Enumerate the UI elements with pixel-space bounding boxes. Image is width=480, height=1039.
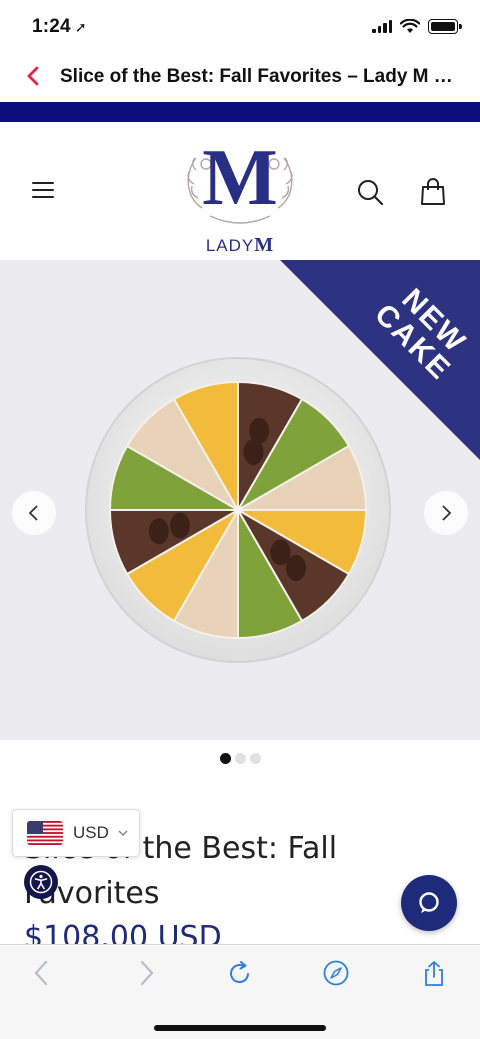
logo-text-m: M — [254, 234, 275, 256]
battery-icon — [428, 19, 462, 34]
pagination-dot[interactable] — [219, 753, 231, 764]
accessibility-button[interactable] — [24, 865, 58, 899]
reload-icon[interactable] — [226, 959, 254, 987]
pagination-dot[interactable] — [234, 753, 246, 764]
site-header: M LADYM — [0, 122, 480, 260]
safari-forward-icon[interactable] — [132, 959, 160, 987]
chocolate-decoration — [170, 512, 190, 539]
location-arrow-icon: ➚ — [74, 19, 87, 35]
chat-button[interactable] — [401, 875, 457, 931]
chocolate-decoration — [148, 518, 169, 545]
clock: 1:24 — [32, 16, 71, 37]
browser-toolbar — [0, 944, 480, 1039]
signal-icon — [372, 20, 392, 33]
currency-code: USD — [73, 823, 109, 842]
status-time: 1:24 ➚ — [32, 16, 87, 38]
currency-selector[interactable]: USD — [12, 809, 140, 857]
status-bar: 1:24 ➚ — [0, 0, 480, 56]
logo-emblem: M — [187, 134, 293, 224]
product-title-line-2: Favorites — [24, 876, 160, 911]
compass-icon[interactable] — [322, 959, 350, 987]
product-gallery[interactable]: NEW CAKE — [0, 260, 480, 740]
lady-m-logo[interactable]: M LADYM — [180, 134, 300, 256]
chevron-left-icon — [28, 505, 38, 521]
search-icon[interactable] — [356, 178, 384, 206]
page-title: Slice of the Best: Fall Favorites – Lady… — [60, 66, 460, 87]
chevron-right-icon — [442, 505, 452, 521]
home-indicator[interactable] — [154, 1025, 326, 1031]
safari-back-icon[interactable] — [28, 959, 56, 987]
logo-monogram: M — [202, 138, 278, 222]
chocolate-decoration — [286, 555, 306, 581]
back-chevron-icon[interactable] — [22, 64, 46, 88]
logo-text-lady: LADY — [205, 236, 255, 255]
gallery-prev-button[interactable] — [12, 491, 56, 535]
gallery-next-button[interactable] — [424, 491, 468, 535]
accessibility-icon — [29, 870, 53, 894]
pagination-dot[interactable] — [249, 753, 261, 764]
bag-icon[interactable] — [420, 178, 446, 206]
chocolate-decoration — [249, 417, 270, 444]
new-cake-badge: NEW CAKE — [280, 260, 480, 460]
gallery-pagination[interactable] — [0, 753, 480, 764]
wifi-icon — [400, 19, 420, 33]
browser-nav-bar: Slice of the Best: Fall Favorites – Lady… — [0, 56, 480, 102]
menu-icon[interactable] — [32, 182, 54, 200]
logo-wordmark: LADYM — [180, 234, 300, 257]
status-icons — [372, 19, 462, 34]
promo-bar[interactable] — [0, 102, 480, 122]
share-icon[interactable] — [420, 959, 448, 987]
us-flag-icon — [27, 821, 63, 845]
chat-icon — [419, 892, 439, 913]
chevron-down-icon — [118, 830, 128, 837]
